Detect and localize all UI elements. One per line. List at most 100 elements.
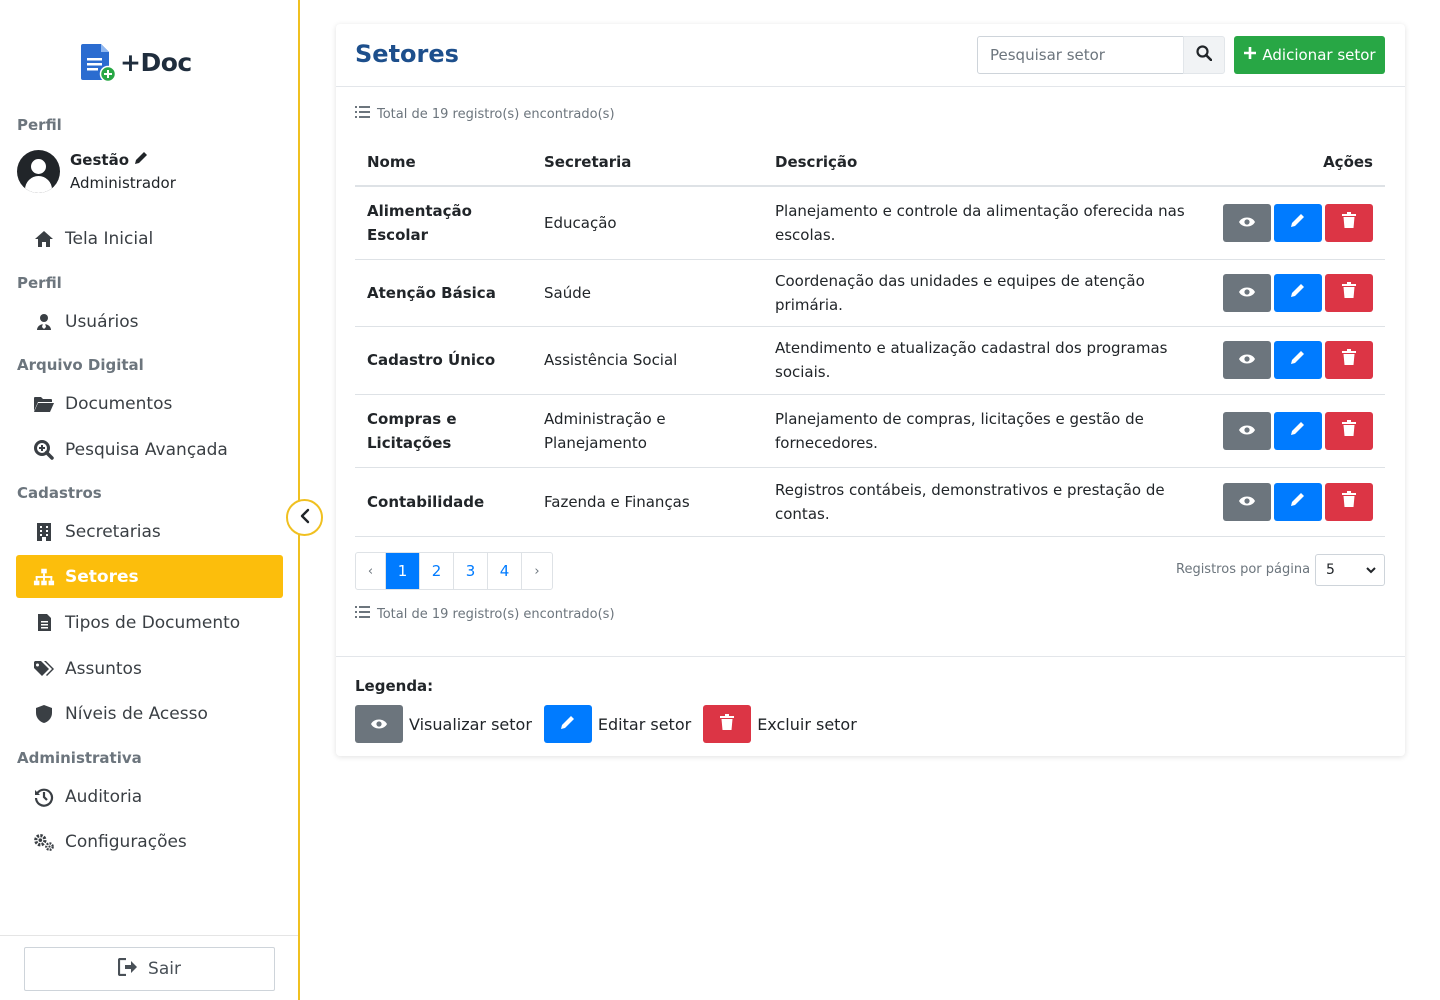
- app-name: +Doc: [120, 47, 192, 77]
- user-profile: Gestão Administrador: [17, 150, 176, 193]
- sidebar-item-label: Pesquisa Avançada: [65, 439, 228, 460]
- eye-icon: [1238, 281, 1256, 305]
- row-actions: [1223, 273, 1373, 312]
- table-row: Cadastro Único Assistência Social Atendi…: [355, 326, 1385, 395]
- sidebar-item-document-types[interactable]: Tipos de Documento: [16, 601, 283, 644]
- collapse-sidebar-button[interactable]: [286, 499, 323, 536]
- document-plus-icon: [80, 42, 118, 83]
- trash-icon: [1342, 490, 1356, 514]
- avatar: [17, 150, 60, 193]
- view-button[interactable]: [1223, 411, 1271, 450]
- home-icon: [33, 228, 55, 250]
- delete-button[interactable]: [1325, 482, 1373, 521]
- sign-out-icon: [117, 957, 138, 981]
- row-actions: [1223, 341, 1373, 379]
- search-button[interactable]: [1183, 36, 1225, 74]
- delete-button[interactable]: [1325, 411, 1373, 450]
- view-button[interactable]: [1223, 203, 1271, 242]
- sidebar-item-subjects[interactable]: Assuntos: [16, 647, 283, 690]
- sidebar-item-sectors[interactable]: Setores: [16, 555, 283, 598]
- pagination-page-4[interactable]: 4: [488, 553, 522, 589]
- per-page-select[interactable]: 5: [1315, 554, 1385, 586]
- table-row: Compras e Licitações Administração e Pla…: [355, 394, 1385, 468]
- trash-icon: [1342, 419, 1356, 443]
- sidebar-item-users[interactable]: Usuários: [16, 300, 283, 343]
- trash-icon: [1342, 281, 1356, 305]
- pencil-icon: [1290, 211, 1306, 235]
- folder-open-icon: [33, 393, 55, 415]
- sidebar-item-access-levels[interactable]: Níveis de Acesso: [16, 692, 283, 735]
- sidebar-item-label: Níveis de Acesso: [65, 703, 208, 724]
- sector-name: Contabilidade: [355, 467, 532, 537]
- pagination-next[interactable]: ›: [522, 553, 552, 589]
- app-logo[interactable]: +Doc: [80, 42, 192, 83]
- edit-button[interactable]: [1274, 341, 1322, 379]
- sidebar-item-home[interactable]: Tela Inicial: [16, 217, 283, 260]
- eye-icon: [1238, 490, 1256, 514]
- logout-label: Sair: [148, 959, 181, 979]
- section-title-records: Cadastros: [17, 484, 102, 502]
- sector-description: Coordenação das unidades e equipes de at…: [763, 259, 1211, 327]
- row-actions: [1223, 203, 1373, 242]
- trash-icon: [720, 714, 735, 734]
- sector-description: Registros contábeis, demonstrativos e pr…: [763, 467, 1211, 537]
- page-title: Setores: [355, 40, 459, 68]
- delete-button[interactable]: [1325, 341, 1373, 379]
- pagination: ‹ 1 2 3 4 ›: [355, 552, 553, 590]
- pagination-page-1[interactable]: 1: [386, 553, 420, 589]
- logout-button[interactable]: Sair: [24, 947, 275, 991]
- sidebar-item-label: Configurações: [65, 831, 187, 852]
- view-button[interactable]: [1223, 341, 1271, 379]
- per-page-label: Registros por página: [1176, 562, 1311, 577]
- edit-button[interactable]: [1274, 273, 1322, 312]
- edit-button[interactable]: [1274, 411, 1322, 450]
- user-tie-icon: [33, 311, 55, 333]
- delete-button[interactable]: [1325, 203, 1373, 242]
- legend-title: Legenda:: [355, 677, 434, 695]
- eye-icon: [1238, 211, 1256, 235]
- table-row: Contabilidade Fazenda e Finanças Registr…: [355, 467, 1385, 537]
- edit-button[interactable]: [1274, 203, 1322, 242]
- section-title-admin: Administrativa: [17, 749, 142, 767]
- sidebar-item-label: Setores: [65, 566, 139, 587]
- trash-icon: [1342, 211, 1356, 235]
- column-header-name[interactable]: Nome: [355, 139, 532, 187]
- sectors-card: Setores Adicionar setor Total de 19 regi…: [336, 24, 1405, 756]
- sidebar-item-label: Secretarias: [65, 521, 161, 542]
- section-title-profile: Perfil: [17, 116, 62, 134]
- delete-button[interactable]: [1325, 273, 1373, 312]
- sector-name: Atenção Básica: [355, 259, 532, 327]
- pencil-icon[interactable]: [134, 151, 148, 169]
- building-icon: [33, 521, 55, 543]
- sector-name: Compras e Licitações: [355, 394, 532, 468]
- row-actions: [1223, 411, 1373, 450]
- list-icon: [355, 606, 370, 622]
- pencil-icon: [1290, 490, 1306, 514]
- eye-icon: [1238, 419, 1256, 443]
- sidebar-item-label: Tipos de Documento: [65, 612, 241, 633]
- sector-department: Fazenda e Finanças: [532, 467, 763, 537]
- column-header-department[interactable]: Secretaria: [532, 139, 763, 187]
- view-button[interactable]: [1223, 273, 1271, 312]
- column-header-actions: Ações: [1211, 139, 1385, 187]
- legend-delete: Excluir setor: [703, 705, 857, 743]
- sidebar-item-documents[interactable]: Documentos: [16, 382, 283, 425]
- table-row: Atenção Básica Saúde Coordenação das uni…: [355, 259, 1385, 327]
- sector-name: Alimentação Escolar: [355, 186, 532, 260]
- trash-icon: [1342, 348, 1356, 372]
- pencil-icon: [1290, 348, 1306, 372]
- user-name-row: Gestão: [70, 151, 176, 169]
- sidebar-item-advanced-search[interactable]: Pesquisa Avançada: [16, 428, 283, 471]
- search-input[interactable]: [977, 36, 1184, 74]
- pagination-page-3[interactable]: 3: [454, 553, 488, 589]
- sidebar-footer: Sair: [0, 935, 298, 1000]
- pagination-prev[interactable]: ‹: [356, 553, 386, 589]
- sidebar-item-audit[interactable]: Auditoria: [16, 775, 283, 818]
- column-header-description[interactable]: Descrição: [763, 139, 1211, 187]
- sidebar-item-departments[interactable]: Secretarias: [16, 510, 283, 553]
- pagination-page-2[interactable]: 2: [420, 553, 454, 589]
- view-button[interactable]: [1223, 482, 1271, 521]
- sidebar-item-settings[interactable]: Configurações: [16, 820, 283, 863]
- edit-button[interactable]: [1274, 482, 1322, 521]
- add-sector-button[interactable]: Adicionar setor: [1234, 36, 1385, 74]
